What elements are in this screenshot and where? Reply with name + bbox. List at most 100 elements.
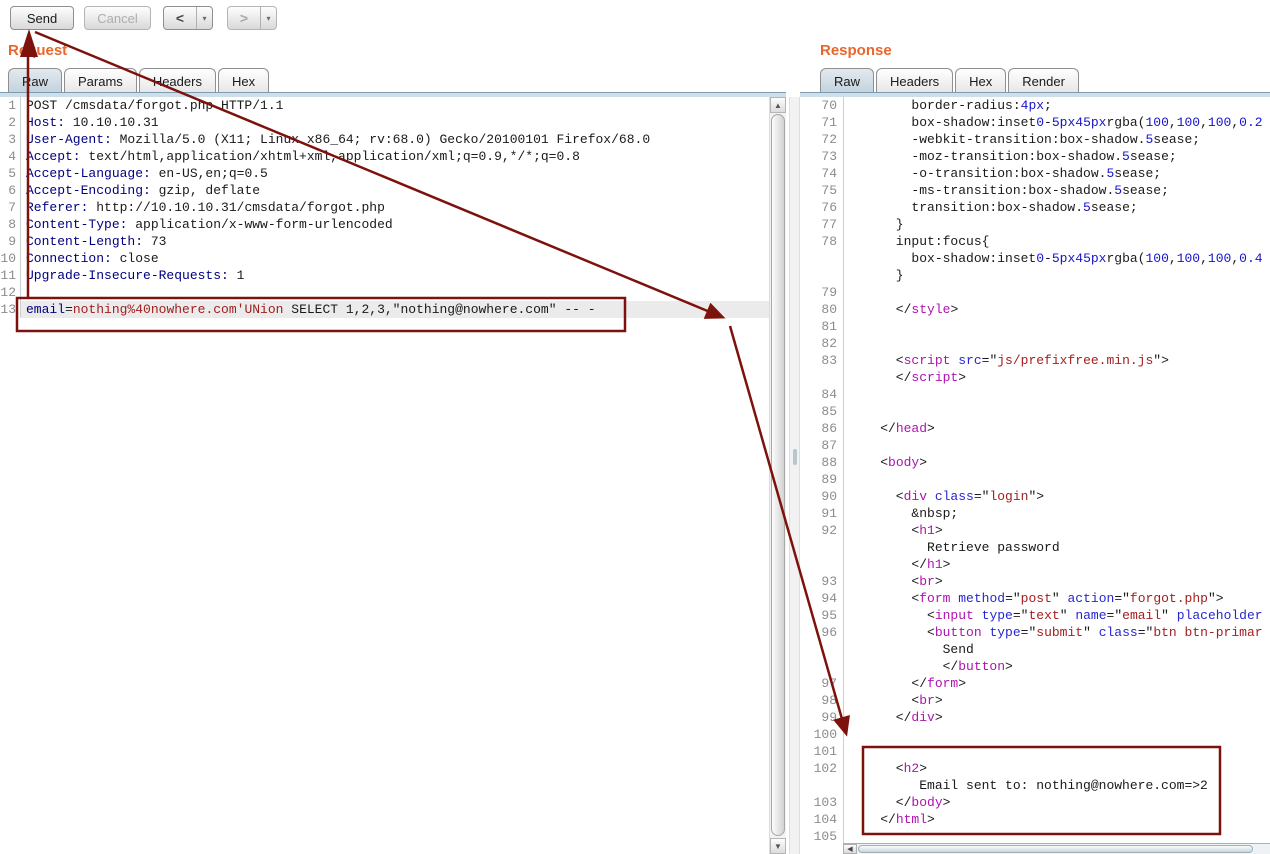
line-number: 95 [800,607,844,624]
code-text: Host: 10.10.10.31 [21,114,769,131]
code-text: &nbsp; [844,505,1270,522]
response-tab-hex[interactable]: Hex [955,68,1006,93]
code-line: </h1> [800,556,1270,573]
line-number: 90 [800,488,844,505]
code-text: box-shadow:inset0-5px45pxrgba(100,100,10… [844,250,1270,267]
line-number: 89 [800,471,844,488]
request-tab-bar: Raw Params Headers Hex [8,66,271,93]
code-line: 98 <br> [800,692,1270,709]
chevron-down-icon: ▾ [266,14,270,23]
code-text [844,726,1270,743]
code-text: Content-Type: application/x-www-form-url… [21,216,769,233]
triangle-left-icon: ◀ [847,845,852,853]
code-line: 83 <script src="js/prefixfree.min.js"> [800,352,1270,369]
hscrollbar-thumb[interactable] [858,845,1253,853]
line-number: 102 [800,760,844,777]
line-number: 104 [800,811,844,828]
code-text: <h1> [844,522,1270,539]
request-vertical-scrollbar[interactable]: ▲ ▼ [769,97,786,854]
response-editor[interactable]: 70 border-radius:4px;71 box-shadow:inset… [800,97,1270,843]
line-number: 77 [800,216,844,233]
code-text [844,828,1270,843]
line-number: 92 [800,522,844,539]
code-text: border-radius:4px; [844,97,1270,114]
code-line: 88 <body> [800,454,1270,471]
code-text: </script> [844,369,1270,386]
code-line: 86 </head> [800,420,1270,437]
code-text: User-Agent: Mozilla/5.0 (X11; Linux x86_… [21,131,769,148]
line-number: 100 [800,726,844,743]
line-number: 86 [800,420,844,437]
response-tab-bar: Raw Headers Hex Render [820,66,1081,93]
code-line: 94 <form method="post" action="forgot.ph… [800,590,1270,607]
line-number: 9 [0,233,21,250]
next-request-button[interactable]: > ▾ [227,6,277,30]
code-line: 12 [0,284,769,301]
request-tab-headers[interactable]: Headers [139,68,216,93]
scroll-down-button[interactable]: ▼ [770,838,786,854]
code-line: 78 input:focus{ [800,233,1270,250]
request-tab-params[interactable]: Params [64,68,137,93]
code-line: 96 <button type="submit" class="btn btn-… [800,624,1270,641]
prev-dropdown-button[interactable]: ▾ [196,7,212,29]
line-number: 80 [800,301,844,318]
response-tab-headers[interactable]: Headers [876,68,953,93]
code-line: 89 [800,471,1270,488]
send-button[interactable]: Send [10,6,74,30]
code-line: 90 <div class="login"> [800,488,1270,505]
scrollbar-thumb[interactable] [771,114,785,836]
line-number [800,250,844,267]
line-number: 6 [0,182,21,199]
code-text: -o-transition:box-shadow.5sease; [844,165,1270,182]
request-tab-raw[interactable]: Raw [8,68,62,93]
code-text: Accept-Encoding: gzip, deflate [21,182,769,199]
line-number [800,539,844,556]
code-text [844,335,1270,352]
code-text: Content-Length: 73 [21,233,769,250]
panel-splitter[interactable] [789,97,800,854]
code-text: -moz-transition:box-shadow.5sease; [844,148,1270,165]
response-tab-render[interactable]: Render [1008,68,1079,93]
line-number [800,369,844,386]
code-text: POST /cmsdata/forgot.php HTTP/1.1 [21,97,769,114]
triangle-down-icon: ▼ [774,842,782,851]
response-tab-raw[interactable]: Raw [820,68,874,93]
line-number: 101 [800,743,844,760]
code-line: box-shadow:inset0-5px45pxrgba(100,100,10… [800,250,1270,267]
code-text: <button type="submit" class="btn btn-pri… [844,624,1270,641]
cancel-button[interactable]: Cancel [84,6,151,30]
code-text: <h2> [844,760,1270,777]
next-icon: > [228,7,260,29]
next-dropdown-button[interactable]: ▾ [260,7,276,29]
code-line: 82 [800,335,1270,352]
code-text: <div class="login"> [844,488,1270,505]
response-horizontal-scrollbar[interactable]: ◀ [843,843,1270,854]
code-line: 97 </form> [800,675,1270,692]
code-line: Email sent to: nothing@nowhere.com=>2 [800,777,1270,794]
code-line: 93 <br> [800,573,1270,590]
line-number [800,267,844,284]
code-text [844,403,1270,420]
line-number: 74 [800,165,844,182]
request-editor[interactable]: 1POST /cmsdata/forgot.php HTTP/1.12Host:… [0,97,769,854]
scroll-left-button[interactable]: ◀ [843,844,857,854]
code-text: </form> [844,675,1270,692]
prev-icon: < [164,7,196,29]
request-tab-hex[interactable]: Hex [218,68,269,93]
cancel-button-label: Cancel [97,11,137,26]
scroll-up-button[interactable]: ▲ [770,97,786,113]
code-text [844,743,1270,760]
code-line: 74 -o-transition:box-shadow.5sease; [800,165,1270,182]
repeater-window: Send Cancel < ▾ > ▾ Request Raw Params H… [0,0,1270,854]
code-text: <body> [844,454,1270,471]
prev-request-button[interactable]: < ▾ [163,6,213,30]
code-line: 91 &nbsp; [800,505,1270,522]
code-text: </div> [844,709,1270,726]
code-line: 77 } [800,216,1270,233]
code-text: </style> [844,301,1270,318]
line-number: 76 [800,199,844,216]
code-line: Retrieve password [800,539,1270,556]
code-text: Send [844,641,1270,658]
line-number: 73 [800,148,844,165]
code-line: 81 [800,318,1270,335]
